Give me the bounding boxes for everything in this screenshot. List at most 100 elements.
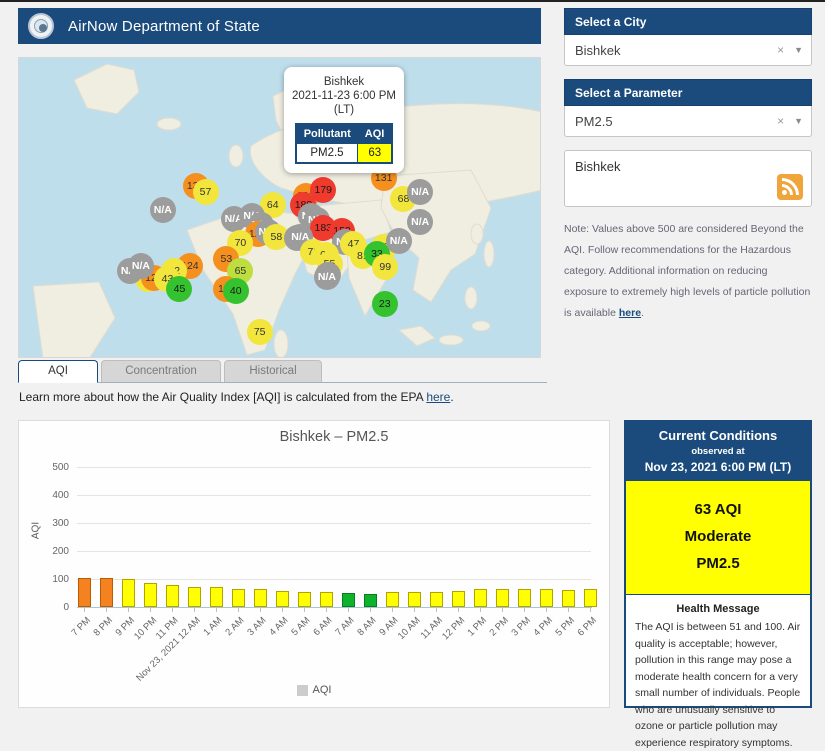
- chart-x-tick: [172, 608, 173, 612]
- aqi-bar[interactable]: [275, 590, 289, 607]
- legend-label: AQI: [312, 684, 332, 696]
- aqi-bar[interactable]: [319, 592, 333, 607]
- chart-x-tick-label: 3 PM: [509, 615, 533, 639]
- aqi-bar[interactable]: [297, 591, 311, 607]
- chart-x-tick-label: 2 PM: [487, 615, 511, 639]
- aqi-bar[interactable]: [539, 589, 553, 607]
- legend-swatch: [296, 684, 308, 696]
- chart-gridline: [77, 579, 591, 580]
- aqi-bar[interactable]: [253, 589, 267, 607]
- note-text: Note: Values above 500 are considered Be…: [564, 223, 811, 319]
- aqi-bar[interactable]: [451, 590, 465, 607]
- aqi-map-marker[interactable]: N/A: [149, 196, 176, 223]
- chart-y-tick: 100: [52, 574, 69, 585]
- chart-x-tick-label: 2 AM: [223, 615, 247, 639]
- aqi-bar[interactable]: [429, 591, 443, 607]
- chart-x-tick-label: 4 PM: [531, 615, 555, 639]
- aqi-bar[interactable]: [385, 592, 399, 607]
- chart-x-tick: [194, 608, 195, 612]
- observed-at-label: observed at: [691, 446, 745, 457]
- sidebar: Select a City Bishkek × ▼ Select a Param…: [564, 8, 812, 324]
- aqi-summary-block: 63 AQI Moderate PM2.5: [626, 481, 810, 595]
- map-popup: Bishkek 2021-11-23 6:00 PM (LT) Pollutan…: [284, 67, 404, 173]
- aqi-bar[interactable]: [231, 589, 245, 607]
- chart-x-tick: [260, 608, 261, 612]
- aqi-map-marker[interactable]: N/A: [127, 252, 154, 279]
- chart-gridline: [77, 551, 591, 552]
- chart-x-tick: [282, 608, 283, 612]
- city-dropdown[interactable]: Bishkek × ▼: [564, 35, 812, 66]
- aqi-map-marker[interactable]: 99: [372, 254, 399, 281]
- chart-x-tick-label: 1 PM: [465, 615, 489, 639]
- chart-x-tick-label: 10 PM: [131, 615, 159, 643]
- aqi-map-marker[interactable]: N/A: [407, 178, 434, 205]
- chart-x-tick-label: 4 AM: [267, 615, 291, 639]
- chart-x-tick: [568, 608, 569, 612]
- popup-city: Bishkek: [323, 76, 365, 88]
- aqi-bar[interactable]: [165, 584, 179, 607]
- aqi-bar[interactable]: [473, 588, 487, 607]
- dos-seal-icon: [28, 13, 54, 39]
- chart-x-tick-label: 6 AM: [311, 615, 335, 639]
- chart-x-tick-label: 8 AM: [355, 615, 379, 639]
- aqi-category: Moderate: [684, 528, 752, 545]
- city-clear-icon[interactable]: ×: [777, 43, 784, 57]
- aqi-pollutant: PM2.5: [696, 555, 740, 572]
- epa-here-link[interactable]: here: [426, 390, 450, 404]
- chart-x-tick: [546, 608, 547, 612]
- health-message-text: The AQI is between 51 and 100. Air quali…: [635, 621, 801, 749]
- aqi-map-marker[interactable]: N/A: [407, 208, 434, 235]
- aqi-map-marker[interactable]: N/A: [385, 227, 412, 254]
- page-title: AirNow Department of State: [68, 17, 260, 35]
- aqi-bar[interactable]: [143, 582, 157, 607]
- aqi-bar[interactable]: [517, 589, 531, 607]
- aqi-bar[interactable]: [121, 579, 135, 607]
- aqi-value: 63 AQI: [694, 501, 742, 518]
- aqi-bar[interactable]: [187, 587, 201, 607]
- parameter-dropdown[interactable]: PM2.5 × ▼: [564, 106, 812, 137]
- chart-x-tick: [524, 608, 525, 612]
- current-conditions-header: Current Conditions observed at Nov 23, 2…: [626, 422, 810, 481]
- parameter-clear-icon[interactable]: ×: [777, 114, 784, 128]
- tab-concentration[interactable]: Concentration: [101, 360, 221, 383]
- aqi-bar[interactable]: [341, 593, 355, 607]
- city-dropdown-value: Bishkek: [575, 42, 621, 58]
- chart-x-tick-label: 1 AM: [201, 615, 225, 639]
- select-city-header: Select a City: [564, 8, 812, 35]
- chart-gridline: [77, 523, 591, 524]
- chart-y-tick: 200: [52, 546, 69, 557]
- aqi-bar[interactable]: [407, 592, 421, 607]
- popup-pollutant-value: PM2.5: [295, 143, 359, 164]
- aqi-bar[interactable]: [583, 589, 597, 607]
- epa-info-line: Learn more about how the Air Quality Ind…: [19, 390, 454, 404]
- chart-x-tick: [326, 608, 327, 612]
- note-here-link[interactable]: here: [619, 307, 641, 319]
- aqi-bar[interactable]: [209, 587, 223, 607]
- aqi-map-marker[interactable]: N/A: [313, 264, 340, 291]
- chart-x-tick-label: 7 AM: [333, 615, 357, 639]
- parameter-caret-icon[interactable]: ▼: [794, 116, 803, 126]
- world-map[interactable]: 13457N/A6413117918813168N/AN/AN/AN/A129N…: [18, 57, 541, 358]
- aqi-map-marker[interactable]: 23: [371, 291, 398, 318]
- chart-y-tick: 500: [52, 462, 69, 473]
- aqi-bar[interactable]: [77, 578, 91, 607]
- popup-col-aqi: AQI: [357, 124, 393, 144]
- rss-icon[interactable]: [777, 174, 803, 200]
- chart-legend: AQI: [19, 684, 609, 696]
- app-header: AirNow Department of State: [18, 8, 541, 44]
- aqi-map-marker[interactable]: 75: [246, 319, 273, 346]
- current-conditions-panel: Current Conditions observed at Nov 23, 2…: [624, 420, 812, 749]
- city-caret-icon[interactable]: ▼: [794, 45, 803, 55]
- popup-datetime: 2021-11-23 6:00 PM: [292, 90, 396, 102]
- aqi-map-marker[interactable]: 57: [192, 178, 219, 205]
- popup-aqi-value: 63: [357, 143, 393, 164]
- aqi-bar[interactable]: [561, 590, 575, 607]
- aqi-bar[interactable]: [363, 594, 377, 607]
- aqi-map-marker[interactable]: 40: [222, 277, 249, 304]
- tab-historical[interactable]: Historical: [224, 360, 322, 383]
- aqi-bar[interactable]: [99, 578, 113, 607]
- aqi-bar[interactable]: [495, 589, 509, 607]
- aqi-map-marker[interactable]: 45: [166, 276, 193, 303]
- tab-aqi[interactable]: AQI: [18, 360, 98, 383]
- chart-x-tick: [106, 608, 107, 612]
